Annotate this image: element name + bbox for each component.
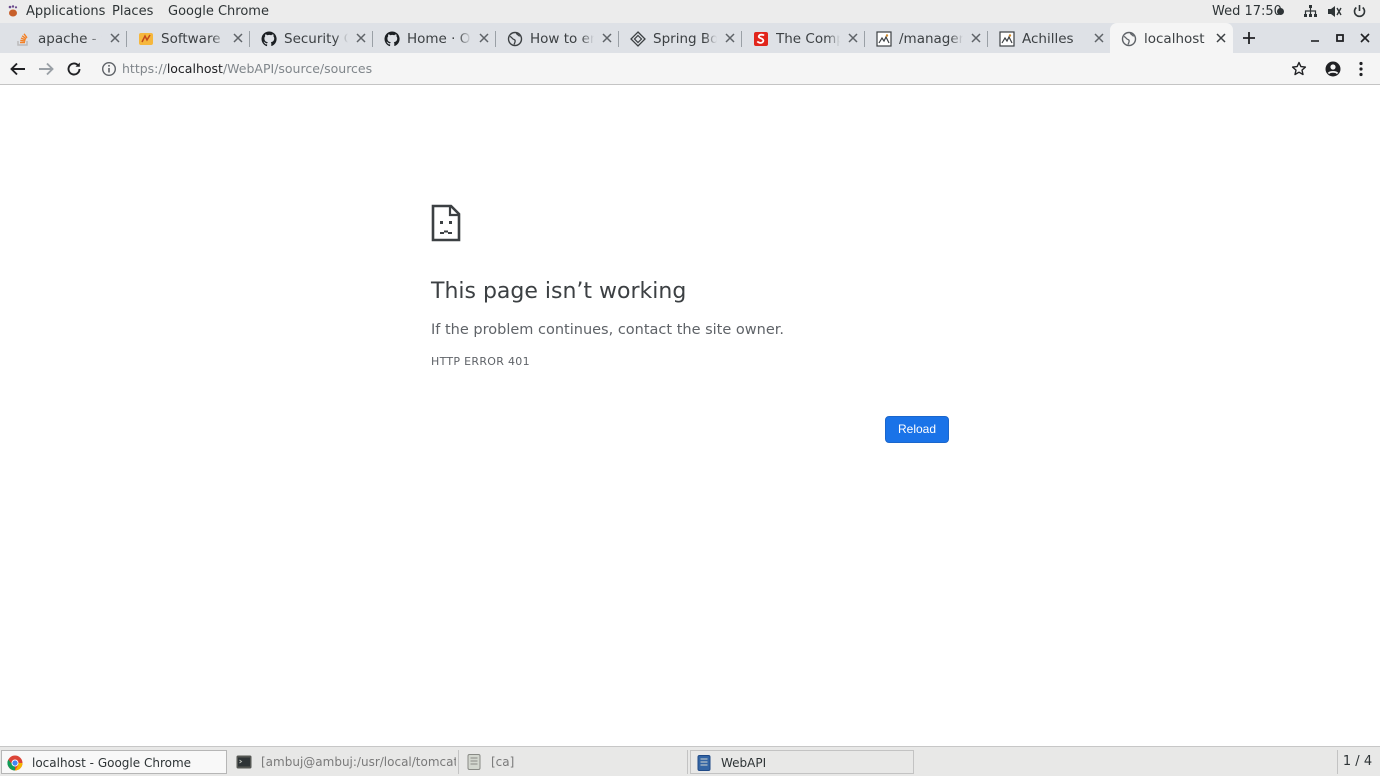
url-path: /WebAPI/source/sources	[222, 61, 373, 76]
tab-title: How to enab	[530, 31, 594, 47]
applications-menu[interactable]: Applications	[26, 3, 105, 20]
task-terminal-window[interactable]: [ambuj@ambuj:/usr/local/tomcat7/bin]	[231, 750, 456, 774]
tab-manager[interactable]: /manager	[865, 23, 988, 53]
tab-title: localhost	[1144, 31, 1205, 47]
close-icon[interactable]	[478, 32, 490, 44]
tab-security-con[interactable]: Security Con	[250, 23, 373, 53]
error-code: HTTP ERROR 401	[431, 355, 530, 368]
terminal-icon	[236, 755, 252, 769]
software-icon	[139, 33, 153, 45]
tab-title: apache - SSL	[38, 31, 102, 47]
minimize-icon[interactable]	[1308, 31, 1322, 45]
bookmark-star-icon[interactable]	[1290, 60, 1308, 78]
tab-title: Security Con	[284, 31, 348, 47]
tab-achilles[interactable]: Achilles	[988, 23, 1111, 53]
url-scheme: https://	[122, 61, 167, 76]
close-icon[interactable]	[601, 32, 613, 44]
tab-title: Home · OHI	[407, 31, 471, 47]
scribd-icon	[754, 32, 768, 46]
tab-the-complete[interactable]: The Comple	[742, 23, 865, 53]
forward-arrow-icon[interactable]	[37, 60, 55, 78]
error-message: If the problem continues, contact the si…	[431, 322, 784, 338]
tab-title: Achilles	[1022, 31, 1074, 47]
tomcat-icon	[999, 31, 1015, 47]
tab-title: Software -	[161, 31, 225, 47]
tab-title: Spring Boot	[653, 31, 717, 47]
close-icon[interactable]	[724, 32, 736, 44]
tab-apache-ssl[interactable]: apache - SSL	[4, 23, 127, 53]
sad-page-icon	[431, 204, 461, 242]
tab-home-ohi[interactable]: Home · OHI	[373, 23, 496, 53]
task-label: [ambuj@ambuj:/usr/local/tomcat7/bin]	[261, 755, 456, 769]
task-divider	[687, 750, 688, 774]
task-divider	[458, 750, 459, 774]
task-webapi-window[interactable]: WebAPI	[690, 750, 914, 774]
file-manager-icon	[697, 755, 711, 771]
profile-avatar-icon[interactable]	[1324, 60, 1342, 78]
new-tab-icon[interactable]	[1240, 29, 1258, 47]
workspace-switcher[interactable]: 1 / 4	[1337, 750, 1377, 774]
network-icon[interactable]	[1303, 4, 1318, 19]
app-menu[interactable]: Google Chrome	[168, 3, 269, 20]
window-close-icon[interactable]	[1358, 31, 1372, 45]
notification-dot-icon	[1277, 8, 1284, 15]
gnome-foot-icon	[8, 5, 18, 17]
window-list-taskbar: localhost - Google Chrome [ambuj@ambuj:/…	[0, 746, 1380, 776]
task-label: [ca]	[491, 755, 515, 769]
chrome-icon	[7, 755, 23, 771]
url-bar[interactable]: https://localhost/WebAPI/source/sources	[122, 60, 372, 78]
tab-localhost[interactable]: localhost	[1110, 23, 1233, 53]
close-icon[interactable]	[847, 32, 859, 44]
url-host: localhost	[166, 61, 223, 76]
close-icon[interactable]	[355, 32, 367, 44]
close-icon[interactable]	[109, 32, 121, 44]
error-title: This page isn’t working	[431, 279, 687, 304]
github-icon	[261, 31, 277, 47]
spring-icon	[630, 31, 646, 47]
stackoverflow-icon	[17, 33, 28, 46]
maximize-icon[interactable]	[1333, 31, 1347, 45]
task-chrome-window[interactable]: localhost - Google Chrome	[1, 750, 227, 774]
github-icon	[384, 31, 400, 47]
close-icon[interactable]	[232, 32, 244, 44]
tab-title: /manager	[899, 31, 963, 47]
tab-how-to-enable[interactable]: How to enab	[496, 23, 619, 53]
places-menu[interactable]: Places	[112, 3, 153, 20]
file-manager-icon	[467, 754, 481, 770]
reload-icon[interactable]	[65, 60, 83, 78]
kebab-menu-icon[interactable]	[1352, 60, 1370, 78]
clock[interactable]: Wed 17:50	[1212, 3, 1282, 20]
tomcat-icon	[876, 31, 892, 47]
task-label: WebAPI	[721, 756, 767, 770]
tab-software[interactable]: Software -	[127, 23, 250, 53]
globe-icon	[1121, 31, 1137, 47]
info-icon[interactable]	[101, 61, 117, 77]
close-icon[interactable]	[1215, 32, 1227, 44]
browser-toolbar: https://localhost/WebAPI/source/sources	[0, 53, 1380, 85]
globe-icon	[507, 31, 523, 47]
task-label: localhost - Google Chrome	[32, 756, 192, 770]
task-ca-window[interactable]: [ca]	[461, 750, 685, 774]
close-icon[interactable]	[970, 32, 982, 44]
gnome-top-bar: Applications Places Google Chrome Wed 17…	[0, 0, 1380, 23]
close-icon[interactable]	[1093, 32, 1105, 44]
volume-icon[interactable]	[1327, 4, 1342, 19]
back-arrow-icon[interactable]	[9, 60, 27, 78]
tab-title: The Comple	[776, 31, 840, 47]
tab-spring-boot[interactable]: Spring Boot	[619, 23, 742, 53]
power-icon[interactable]	[1352, 4, 1367, 19]
reload-button[interactable]: Reload	[885, 416, 949, 443]
error-page: This page isn’t working If the problem c…	[0, 86, 1380, 746]
tab-strip: apache - SSL Software - Security Con Hom…	[0, 23, 1380, 53]
